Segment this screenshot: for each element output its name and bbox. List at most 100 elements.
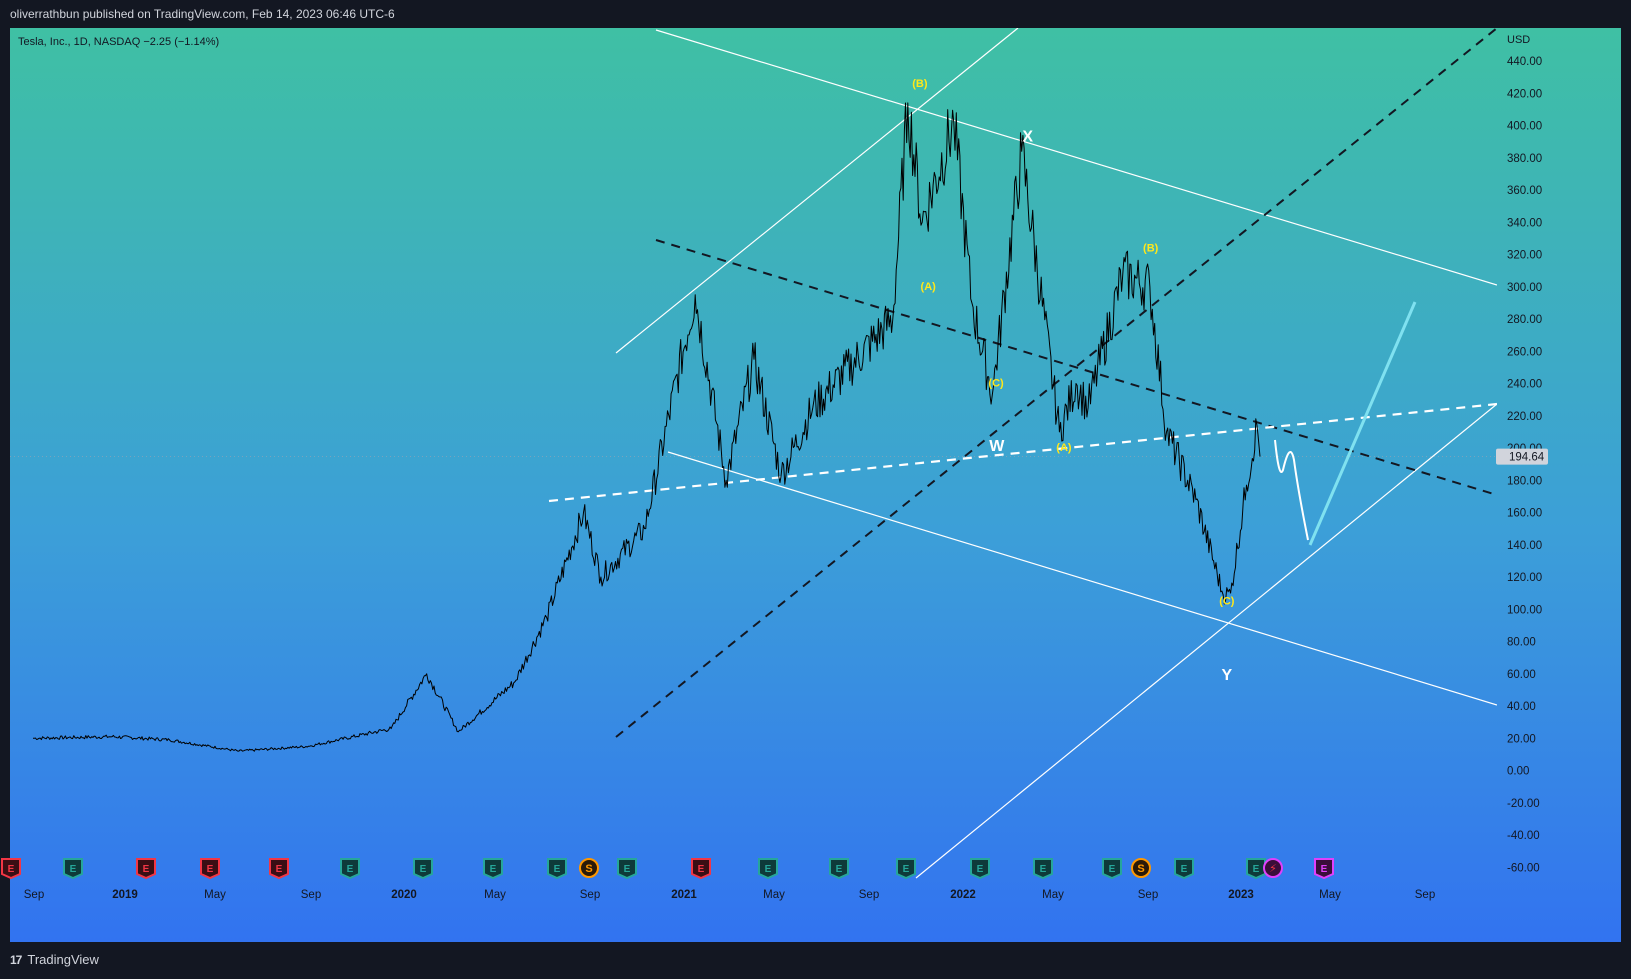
event-marker: E (691, 858, 711, 880)
earnings-event-label: E (1253, 864, 1260, 875)
support-trend-line (915, 403, 1497, 879)
y-tick-label: -20.00 (1507, 798, 1540, 810)
events-row: E E E E E E E E E S E E E E E E E E S E E ⚡ E (1, 858, 1334, 880)
wave-label: (C) (988, 378, 1004, 390)
y-tick-label: 220.00 (1507, 411, 1542, 423)
earnings-event-label: E (70, 864, 77, 875)
last-price-label: 194.64 (1509, 452, 1545, 464)
event-marker: E (483, 858, 503, 880)
y-tick-label: 360.00 (1507, 185, 1542, 197)
tradingview-logo-mark: 17 (10, 952, 22, 967)
earnings-event-label: E (8, 864, 15, 875)
event-marker: E (1314, 858, 1334, 880)
x-tick-label: Sep (1415, 889, 1435, 901)
x-tick-label: May (1319, 889, 1341, 901)
event-marker: E (413, 858, 433, 880)
y-tick-label: 280.00 (1507, 314, 1542, 326)
x-tick-label: Sep (24, 889, 44, 901)
x-tick-label: 2023 (1228, 889, 1254, 901)
earnings-event-label: E (903, 864, 910, 875)
tradingview-brand: TradingView (27, 952, 99, 967)
event-marker: S (579, 858, 599, 878)
earnings-event-label: E (347, 864, 354, 875)
event-marker: E (1102, 858, 1122, 880)
x-tick-label: Sep (301, 889, 321, 901)
y-tick-label: 400.00 (1507, 121, 1542, 133)
x-tick-label: Sep (859, 889, 879, 901)
y-tick-label: 420.00 (1507, 88, 1542, 100)
y-tick-label: 160.00 (1507, 508, 1542, 520)
earnings-event-label: E (1109, 864, 1116, 875)
y-tick-label: 80.00 (1507, 637, 1536, 649)
wave-label: W (989, 438, 1005, 455)
event-marker: E (1033, 858, 1053, 880)
tradingview-logo[interactable]: 17 TradingView (10, 952, 99, 967)
event-marker: ⚡ (1263, 858, 1283, 878)
earnings-event-label: E (977, 864, 984, 875)
price-axis[interactable]: USD 440.00 420.00 400.00 380.00 360.00 340.00 3… (1496, 28, 1621, 880)
earnings-event-label: E (836, 864, 843, 875)
y-tick-label: 60.00 (1507, 669, 1536, 681)
event-marker: E (896, 858, 916, 880)
wave-label: (A) (921, 281, 937, 293)
event-marker: E (547, 858, 567, 880)
y-tick-label: 440.00 (1507, 56, 1542, 68)
tesla-price-line (33, 102, 1261, 752)
event-marker: E (1246, 858, 1266, 880)
event-marker: E (269, 858, 289, 880)
event-marker: E (1174, 858, 1194, 880)
earnings-event-label: E (698, 864, 705, 875)
earnings-event-label: E (420, 864, 427, 875)
event-marker: E (758, 858, 778, 880)
x-tick-label: 2022 (950, 889, 976, 901)
event-marker: E (136, 858, 156, 880)
event-marker: E (829, 858, 849, 880)
y-tick-label: 260.00 (1507, 346, 1542, 358)
earnings-event-label: E (1040, 864, 1047, 875)
channel-upper-line (655, 29, 1497, 286)
y-tick-label: 340.00 (1507, 217, 1542, 229)
y-tick-label: 140.00 (1507, 540, 1542, 552)
event-marker: E (617, 858, 637, 880)
x-tick-label: Sep (580, 889, 600, 901)
wave-label: X (1022, 129, 1033, 146)
x-tick-label: 2020 (391, 889, 417, 901)
y-tick-label: -60.00 (1507, 862, 1540, 874)
earnings-event-label: E (1181, 864, 1188, 875)
y-tick-label: 120.00 (1507, 572, 1542, 584)
earnings-event-label: E (765, 864, 772, 875)
earnings-event-label: E (554, 864, 561, 875)
y-tick-label: 320.00 (1507, 250, 1542, 262)
y-tick-label: -40.00 (1507, 830, 1540, 842)
earnings-event-label: E (276, 864, 283, 875)
event-marker: E (340, 858, 360, 880)
currency-label: USD (1507, 34, 1530, 46)
earnings-event-label: E (143, 864, 150, 875)
x-tick-label: Sep (1138, 889, 1158, 901)
y-tick-label: 180.00 (1507, 475, 1542, 487)
y-tick-label: 240.00 (1507, 379, 1542, 391)
wave-label: (C) (1219, 595, 1235, 607)
x-tick-label: May (204, 889, 226, 901)
chart-svg[interactable]: (B) (A) (C) X W (A) (B) (C) Y USD 440.00 420.00 400… (0, 0, 1631, 979)
symbol-legend: Tesla, Inc., 1D, NASDAQ −2.25 (−1.14%) (18, 36, 220, 48)
wave-label: Y (1222, 667, 1233, 684)
channel-lower-line (667, 451, 1497, 706)
y-tick-label: 300.00 (1507, 282, 1542, 294)
footer-bar: 17 TradingView (0, 942, 1631, 979)
split-event-label: S (1137, 863, 1144, 875)
event-marker: E (200, 858, 220, 880)
lightning-event-label: ⚡ (1269, 862, 1277, 875)
event-marker: S (1131, 858, 1151, 878)
projected-rally-line (1308, 301, 1417, 546)
wave-label: (B) (912, 78, 928, 90)
y-tick-label: 380.00 (1507, 153, 1542, 165)
white-dashed-neckline (548, 402, 1497, 503)
event-marker: E (970, 858, 990, 880)
time-axis[interactable]: Sep 2019 May Sep 2020 May Sep 2021 May Sep 2022 May… (24, 889, 1435, 901)
y-tick-label: 40.00 (1507, 701, 1536, 713)
x-tick-label: May (1042, 889, 1064, 901)
x-tick-label: May (484, 889, 506, 901)
y-tick-label: 20.00 (1507, 733, 1536, 745)
earnings-event-label: E (1321, 864, 1328, 875)
